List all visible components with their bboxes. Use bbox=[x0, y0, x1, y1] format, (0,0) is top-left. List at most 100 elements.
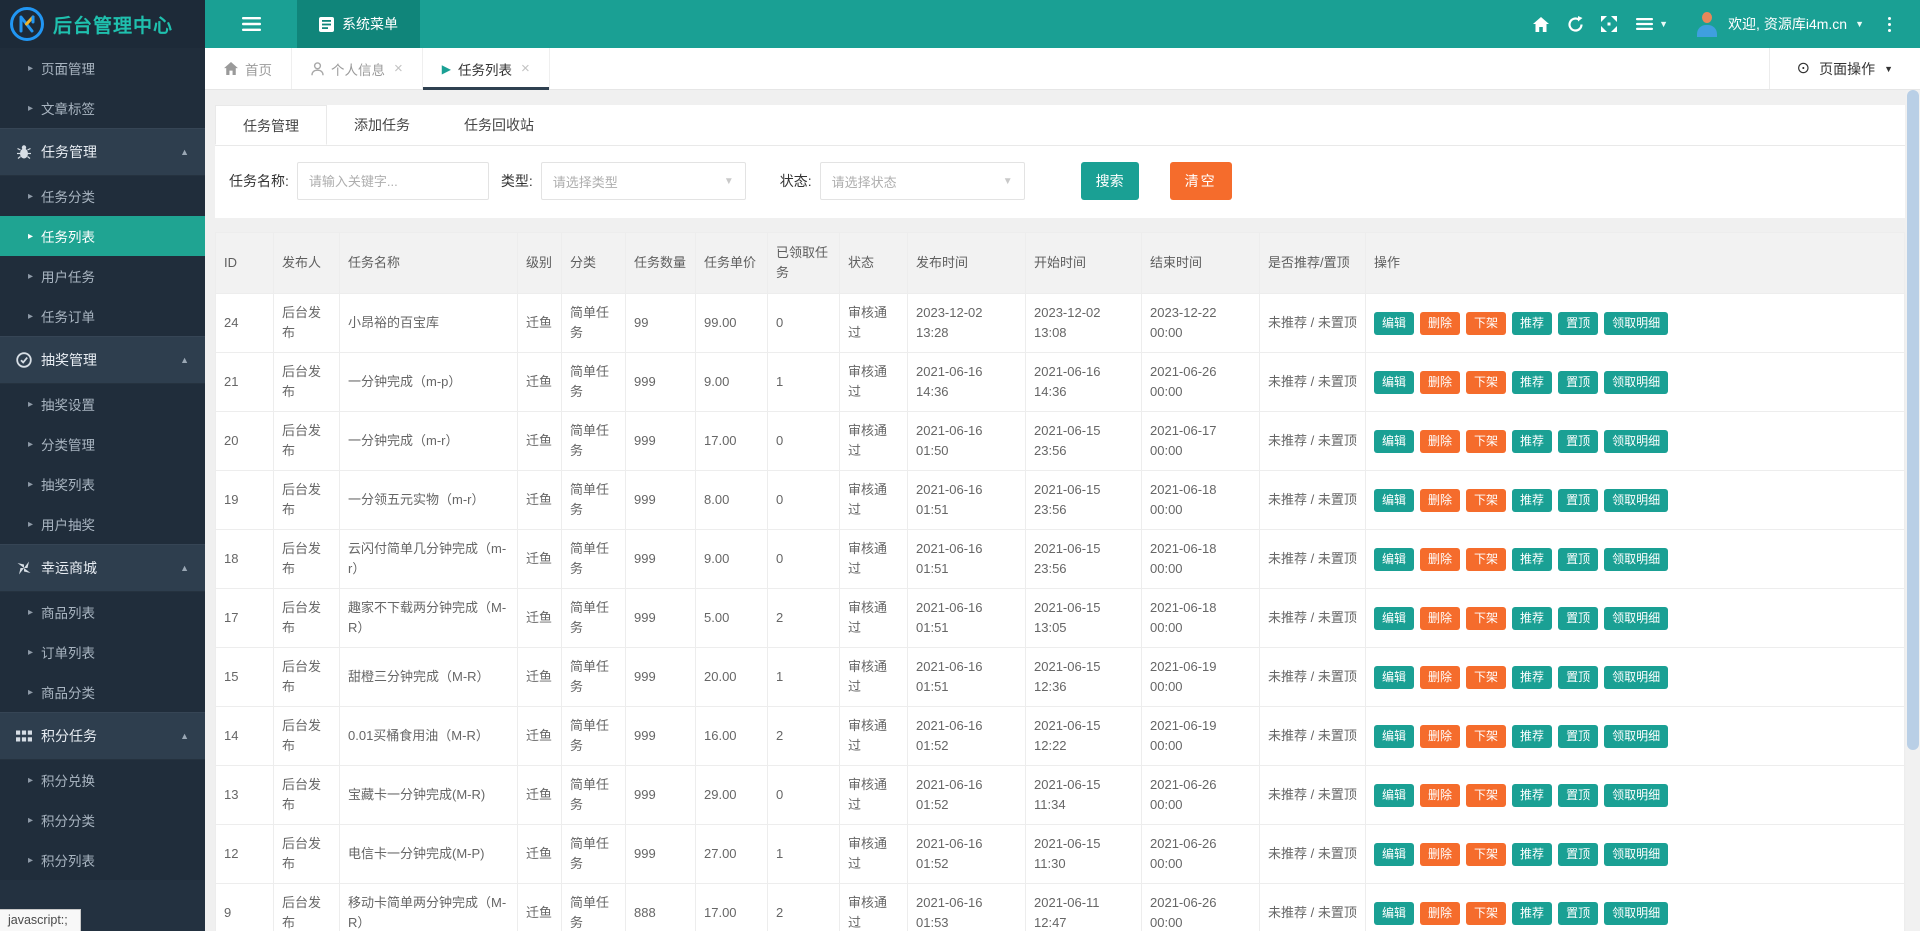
home-icon[interactable] bbox=[1524, 0, 1558, 48]
action-stick-top[interactable]: 置顶 bbox=[1558, 843, 1598, 866]
action-claim-detail[interactable]: 领取明细 bbox=[1604, 784, 1668, 807]
action-recommend[interactable]: 推荐 bbox=[1512, 371, 1552, 394]
action-claim-detail[interactable]: 领取明细 bbox=[1604, 607, 1668, 630]
action-edit[interactable]: 编辑 bbox=[1374, 784, 1414, 807]
sidebar-section-2[interactable]: 任务管理▲ bbox=[0, 128, 205, 176]
system-menu-tab[interactable]: 系统菜单 bbox=[297, 0, 420, 48]
action-recommend[interactable]: 推荐 bbox=[1512, 666, 1552, 689]
action-offline[interactable]: 下架 bbox=[1466, 843, 1506, 866]
sidebar-item-0[interactable]: ▸页面管理 bbox=[0, 48, 205, 88]
sidebar-item-11[interactable]: ▸用户抽奖 bbox=[0, 504, 205, 544]
sidebar-item-18[interactable]: ▸积分分类 bbox=[0, 800, 205, 840]
sidebar-item-6[interactable]: ▸任务订单 bbox=[0, 296, 205, 336]
action-delete[interactable]: 删除 bbox=[1420, 666, 1460, 689]
close-icon[interactable]: × bbox=[521, 60, 530, 77]
status-select[interactable]: 请选择状态 ▼ bbox=[820, 162, 1025, 200]
action-delete[interactable]: 删除 bbox=[1420, 371, 1460, 394]
action-delete[interactable]: 删除 bbox=[1420, 902, 1460, 925]
action-offline[interactable]: 下架 bbox=[1466, 430, 1506, 453]
action-edit[interactable]: 编辑 bbox=[1374, 607, 1414, 630]
action-stick-top[interactable]: 置顶 bbox=[1558, 607, 1598, 630]
sidebar-item-14[interactable]: ▸订单列表 bbox=[0, 632, 205, 672]
sidebar-section-16[interactable]: 积分任务▲ bbox=[0, 712, 205, 760]
user-menu[interactable]: 欢迎, 资源库i4m.cn ▼ bbox=[1694, 11, 1864, 37]
action-claim-detail[interactable]: 领取明细 bbox=[1604, 843, 1668, 866]
action-edit[interactable]: 编辑 bbox=[1374, 312, 1414, 335]
kebab-menu-icon[interactable] bbox=[1874, 0, 1904, 48]
action-claim-detail[interactable]: 领取明细 bbox=[1604, 489, 1668, 512]
action-delete[interactable]: 删除 bbox=[1420, 725, 1460, 748]
action-delete[interactable]: 删除 bbox=[1420, 843, 1460, 866]
sidebar-item-8[interactable]: ▸抽奖设置 bbox=[0, 384, 205, 424]
sidebar-item-1[interactable]: ▸文章标签 bbox=[0, 88, 205, 128]
action-offline[interactable]: 下架 bbox=[1466, 371, 1506, 394]
panel-tab-任务回收站[interactable]: 任务回收站 bbox=[437, 105, 561, 145]
refresh-icon[interactable] bbox=[1558, 0, 1592, 48]
action-recommend[interactable]: 推荐 bbox=[1512, 725, 1552, 748]
action-recommend[interactable]: 推荐 bbox=[1512, 843, 1552, 866]
action-stick-top[interactable]: 置顶 bbox=[1558, 548, 1598, 571]
action-edit[interactable]: 编辑 bbox=[1374, 430, 1414, 453]
panel-tab-任务管理[interactable]: 任务管理 bbox=[215, 105, 327, 145]
action-delete[interactable]: 删除 bbox=[1420, 489, 1460, 512]
action-recommend[interactable]: 推荐 bbox=[1512, 312, 1552, 335]
action-recommend[interactable]: 推荐 bbox=[1512, 430, 1552, 453]
action-offline[interactable]: 下架 bbox=[1466, 784, 1506, 807]
clear-button[interactable]: 清空 bbox=[1170, 162, 1232, 200]
action-recommend[interactable]: 推荐 bbox=[1512, 548, 1552, 571]
action-edit[interactable]: 编辑 bbox=[1374, 371, 1414, 394]
task-name-input[interactable] bbox=[297, 162, 489, 200]
action-edit[interactable]: 编辑 bbox=[1374, 725, 1414, 748]
panel-tab-添加任务[interactable]: 添加任务 bbox=[327, 105, 437, 145]
action-offline[interactable]: 下架 bbox=[1466, 666, 1506, 689]
action-offline[interactable]: 下架 bbox=[1466, 902, 1506, 925]
sidebar-item-19[interactable]: ▸积分列表 bbox=[0, 840, 205, 880]
action-stick-top[interactable]: 置顶 bbox=[1558, 902, 1598, 925]
vertical-scrollbar[interactable] bbox=[1906, 90, 1920, 931]
action-claim-detail[interactable]: 领取明细 bbox=[1604, 902, 1668, 925]
close-icon[interactable]: × bbox=[394, 60, 403, 77]
menu-fold-icon[interactable] bbox=[205, 0, 297, 48]
action-offline[interactable]: 下架 bbox=[1466, 548, 1506, 571]
action-offline[interactable]: 下架 bbox=[1466, 312, 1506, 335]
action-stick-top[interactable]: 置顶 bbox=[1558, 312, 1598, 335]
tab-首页[interactable]: 首页 bbox=[205, 48, 292, 89]
action-claim-detail[interactable]: 领取明细 bbox=[1604, 725, 1668, 748]
action-edit[interactable]: 编辑 bbox=[1374, 489, 1414, 512]
tab-任务列表[interactable]: ▶任务列表× bbox=[423, 48, 550, 89]
action-stick-top[interactable]: 置顶 bbox=[1558, 725, 1598, 748]
sidebar-item-10[interactable]: ▸抽奖列表 bbox=[0, 464, 205, 504]
action-stick-top[interactable]: 置顶 bbox=[1558, 371, 1598, 394]
sidebar-item-17[interactable]: ▸积分兑换 bbox=[0, 760, 205, 800]
action-recommend[interactable]: 推荐 bbox=[1512, 784, 1552, 807]
scrollbar-thumb[interactable] bbox=[1907, 90, 1919, 750]
type-select[interactable]: 请选择类型 ▼ bbox=[541, 162, 746, 200]
action-edit[interactable]: 编辑 bbox=[1374, 666, 1414, 689]
action-stick-top[interactable]: 置顶 bbox=[1558, 784, 1598, 807]
sidebar-item-15[interactable]: ▸商品分类 bbox=[0, 672, 205, 712]
action-delete[interactable]: 删除 bbox=[1420, 430, 1460, 453]
action-edit[interactable]: 编辑 bbox=[1374, 548, 1414, 571]
action-offline[interactable]: 下架 bbox=[1466, 607, 1506, 630]
search-button[interactable]: 搜索 bbox=[1081, 162, 1139, 200]
action-claim-detail[interactable]: 领取明细 bbox=[1604, 548, 1668, 571]
action-stick-top[interactable]: 置顶 bbox=[1558, 489, 1598, 512]
page-ops-button[interactable]: ⊙ 页面操作 ▼ bbox=[1769, 48, 1920, 89]
action-claim-detail[interactable]: 领取明细 bbox=[1604, 312, 1668, 335]
action-recommend[interactable]: 推荐 bbox=[1512, 489, 1552, 512]
action-delete[interactable]: 删除 bbox=[1420, 312, 1460, 335]
action-recommend[interactable]: 推荐 bbox=[1512, 607, 1552, 630]
action-recommend[interactable]: 推荐 bbox=[1512, 902, 1552, 925]
layout-menu-icon[interactable]: ▼ bbox=[1626, 0, 1678, 48]
sidebar-item-5[interactable]: ▸用户任务 bbox=[0, 256, 205, 296]
action-claim-detail[interactable]: 领取明细 bbox=[1604, 371, 1668, 394]
sidebar-item-3[interactable]: ▸任务分类 bbox=[0, 176, 205, 216]
action-offline[interactable]: 下架 bbox=[1466, 489, 1506, 512]
sidebar-item-9[interactable]: ▸分类管理 bbox=[0, 424, 205, 464]
sidebar-item-13[interactable]: ▸商品列表 bbox=[0, 592, 205, 632]
action-delete[interactable]: 删除 bbox=[1420, 784, 1460, 807]
sidebar-section-12[interactable]: 幸运商城▲ bbox=[0, 544, 205, 592]
sidebar-item-4[interactable]: ▸任务列表 bbox=[0, 216, 205, 256]
action-delete[interactable]: 删除 bbox=[1420, 607, 1460, 630]
action-edit[interactable]: 编辑 bbox=[1374, 843, 1414, 866]
